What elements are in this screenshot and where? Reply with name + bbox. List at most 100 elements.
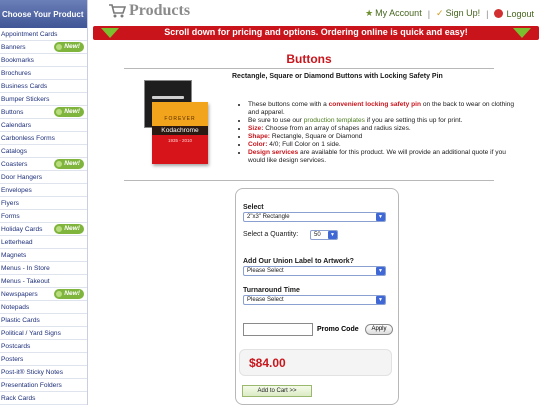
sidebar-item[interactable]: Presentation Folders bbox=[0, 379, 87, 392]
sidebar-item-label: Holiday Cards bbox=[1, 226, 43, 233]
feature-list: These buttons come with a convenient loc… bbox=[248, 101, 520, 165]
logout-link[interactable]: Logout bbox=[494, 8, 534, 19]
dropdown-arrow-icon: ▼ bbox=[376, 267, 385, 275]
quantity-select[interactable]: 50 ▼ bbox=[310, 230, 338, 240]
sidebar-item[interactable]: Flyers bbox=[0, 197, 87, 210]
sidebar-item-label: Business Cards bbox=[1, 83, 48, 90]
dropdown-arrow-icon: ▼ bbox=[376, 296, 385, 304]
kodachrome-button-sample: FOREVER Kodachrome 1935 - 2010 bbox=[152, 102, 208, 164]
design-services-link[interactable]: Design services bbox=[248, 149, 298, 156]
star-icon: ★ bbox=[365, 8, 374, 18]
feature-item: Shape: Rectangle, Square or Diamond bbox=[248, 133, 520, 141]
sign-up-link[interactable]: ✓ Sign Up! bbox=[436, 8, 480, 19]
sidebar-item-label: Calendars bbox=[1, 122, 32, 129]
down-arrow-icon bbox=[513, 28, 531, 38]
size-select[interactable]: 2"x3" Rectangle ▼ bbox=[243, 212, 386, 222]
sidebar-item[interactable]: Door Hangers bbox=[0, 171, 87, 184]
add-to-cart-button[interactable]: Add to Cart >> bbox=[242, 385, 312, 397]
sidebar-item-label: Menus - Takeout bbox=[1, 278, 50, 285]
select-label: Select bbox=[243, 204, 264, 211]
sidebar-item[interactable]: Forms bbox=[0, 210, 87, 223]
divider: | bbox=[427, 8, 431, 19]
quantity-label: Select a Quantity: bbox=[243, 231, 299, 238]
sidebar-item[interactable]: Carbonless Forms bbox=[0, 132, 87, 145]
sidebar-item-label: Rack Cards bbox=[1, 395, 36, 402]
sidebar-item[interactable]: Postcards bbox=[0, 340, 87, 353]
image-text-forever: FOREVER bbox=[164, 116, 196, 122]
sidebar-item[interactable]: Envelopes bbox=[0, 184, 87, 197]
down-arrow-icon bbox=[101, 28, 119, 38]
sidebar-item-label: Envelopes bbox=[1, 187, 32, 194]
logout-icon bbox=[494, 8, 504, 18]
order-panel: Select 2"x3" Rectangle ▼ Select a Quanti… bbox=[235, 188, 399, 405]
sidebar-item-label: Appointment Cards bbox=[1, 31, 58, 38]
sidebar-item[interactable]: Coasters New! bbox=[0, 158, 87, 171]
sidebar-item[interactable]: Bumper Stickers bbox=[0, 93, 87, 106]
sidebar-item[interactable]: Calendars bbox=[0, 119, 87, 132]
sidebar-item[interactable]: Brochures bbox=[0, 67, 87, 80]
sidebar-item[interactable]: Holiday Cards New! bbox=[0, 223, 87, 236]
image-text-brand: Kodachrome bbox=[152, 126, 208, 135]
sidebar-item[interactable]: Post-it® Sticky Notes bbox=[0, 366, 87, 379]
account-links: ★ My Account | ✓ Sign Up! | Logout bbox=[365, 8, 534, 19]
sidebar-list: Appointment Cards Banners New! Bookmarks Bro… bbox=[0, 28, 87, 405]
divider: | bbox=[486, 8, 489, 19]
sidebar-item-label: Magnets bbox=[1, 252, 27, 259]
sidebar-item-label: Political / Yard Signs bbox=[1, 330, 61, 337]
product-sidebar: Choose Your Product Appointment Cards Ban… bbox=[0, 0, 88, 405]
new-badge: New! bbox=[54, 224, 84, 234]
header: Products ★ My Account | ✓ Sign Up! | Logou… bbox=[88, 0, 540, 24]
promo-code-input[interactable] bbox=[243, 323, 313, 336]
sidebar-item[interactable]: Posters bbox=[0, 353, 87, 366]
sidebar-item-label: Bookmarks bbox=[1, 57, 34, 64]
new-badge: New! bbox=[54, 289, 84, 299]
divider bbox=[124, 68, 494, 69]
sidebar-item[interactable]: Bookmarks bbox=[0, 54, 87, 67]
turnaround-label: Turnaround Time bbox=[243, 287, 300, 294]
safety-pin-link[interactable]: convenient locking safety pin bbox=[329, 101, 421, 108]
my-account-link[interactable]: ★ My Account bbox=[365, 8, 422, 19]
union-label-select[interactable]: Please Select ▼ bbox=[243, 266, 386, 276]
page: Choose Your Product Appointment Cards Ban… bbox=[0, 0, 540, 405]
sign-up-label: Sign Up! bbox=[445, 8, 481, 18]
cart-icon bbox=[109, 4, 126, 18]
sidebar-item-label: Brochures bbox=[1, 70, 32, 77]
sidebar-item[interactable]: Letterhead bbox=[0, 236, 87, 249]
sidebar-item[interactable]: Appointment Cards bbox=[0, 28, 87, 41]
sidebar-item-label: Coasters bbox=[1, 161, 28, 168]
sidebar-item[interactable]: Menus - Takeout bbox=[0, 275, 87, 288]
sidebar-item-label: Postcards bbox=[1, 343, 31, 350]
quantity-select-value: 50 bbox=[314, 232, 321, 238]
sidebar-item[interactable]: Catalogs bbox=[0, 145, 87, 158]
sidebar-item[interactable]: Notepads bbox=[0, 301, 87, 314]
size-select-value: 2"x3" Rectangle bbox=[247, 214, 290, 220]
apply-button[interactable]: Apply bbox=[365, 324, 393, 335]
sidebar-item-label: Forms bbox=[1, 213, 20, 220]
sidebar-item-label: Presentation Folders bbox=[1, 382, 62, 389]
my-account-label: My Account bbox=[375, 8, 422, 18]
sidebar-item-label: Post-it® Sticky Notes bbox=[1, 369, 64, 376]
dropdown-arrow-icon: ▼ bbox=[328, 231, 337, 239]
sidebar-item[interactable]: Buttons New! bbox=[0, 106, 87, 119]
sidebar-item[interactable]: Menus - In Store bbox=[0, 262, 87, 275]
new-badge: New! bbox=[54, 42, 84, 52]
sidebar-item[interactable]: Magnets bbox=[0, 249, 87, 262]
sidebar-item-label: Carbonless Forms bbox=[1, 135, 55, 142]
feature-item: Be sure to use our production templates … bbox=[248, 117, 520, 125]
sidebar-item[interactable]: Plastic Cards bbox=[0, 314, 87, 327]
sidebar-item[interactable]: Banners New! bbox=[0, 41, 87, 54]
sidebar-heading: Choose Your Product bbox=[0, 0, 87, 28]
product-subtitle: Rectangle, Square or Diamond Buttons wit… bbox=[232, 73, 443, 80]
feature-item: Color: 4/0; Full Color on 1 side. bbox=[248, 141, 520, 149]
sidebar-item[interactable]: Business Cards bbox=[0, 80, 87, 93]
production-templates-link[interactable]: production templates bbox=[304, 117, 365, 124]
sidebar-item[interactable]: Newspapers New! bbox=[0, 288, 87, 301]
promo-code-label: Promo Code bbox=[317, 326, 359, 333]
turnaround-select[interactable]: Please Select ▼ bbox=[243, 295, 386, 305]
union-label-label: Add Our Union Label to Artwork? bbox=[243, 258, 354, 265]
feature-item: Design services are available for this p… bbox=[248, 149, 520, 165]
sidebar-item[interactable]: Political / Yard Signs bbox=[0, 327, 87, 340]
sidebar-item-label: Plastic Cards bbox=[1, 317, 40, 324]
sidebar-item[interactable]: Rack Cards bbox=[0, 392, 87, 405]
sidebar-item-label: Posters bbox=[1, 356, 24, 363]
